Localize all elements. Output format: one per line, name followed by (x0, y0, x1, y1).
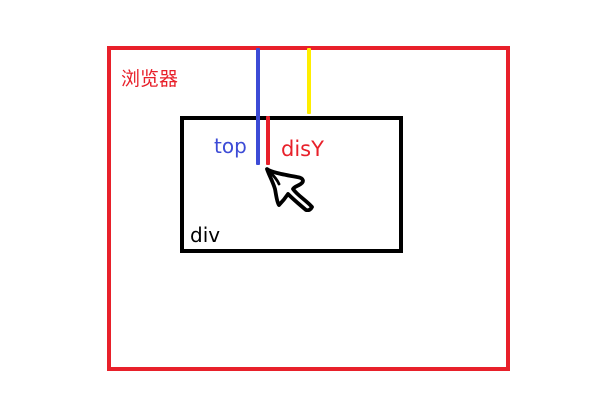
diagram-canvas: 浏览器 div top disY (0, 0, 593, 406)
disY-distance-line (266, 116, 270, 165)
top-label: top (214, 134, 247, 158)
top-distance-line (256, 48, 260, 165)
div-offset-line (307, 48, 311, 114)
div-label: div (190, 223, 221, 247)
disY-label: disY (281, 137, 324, 161)
browser-label: 浏览器 (121, 68, 179, 90)
mouse-cursor-icon (265, 167, 314, 212)
